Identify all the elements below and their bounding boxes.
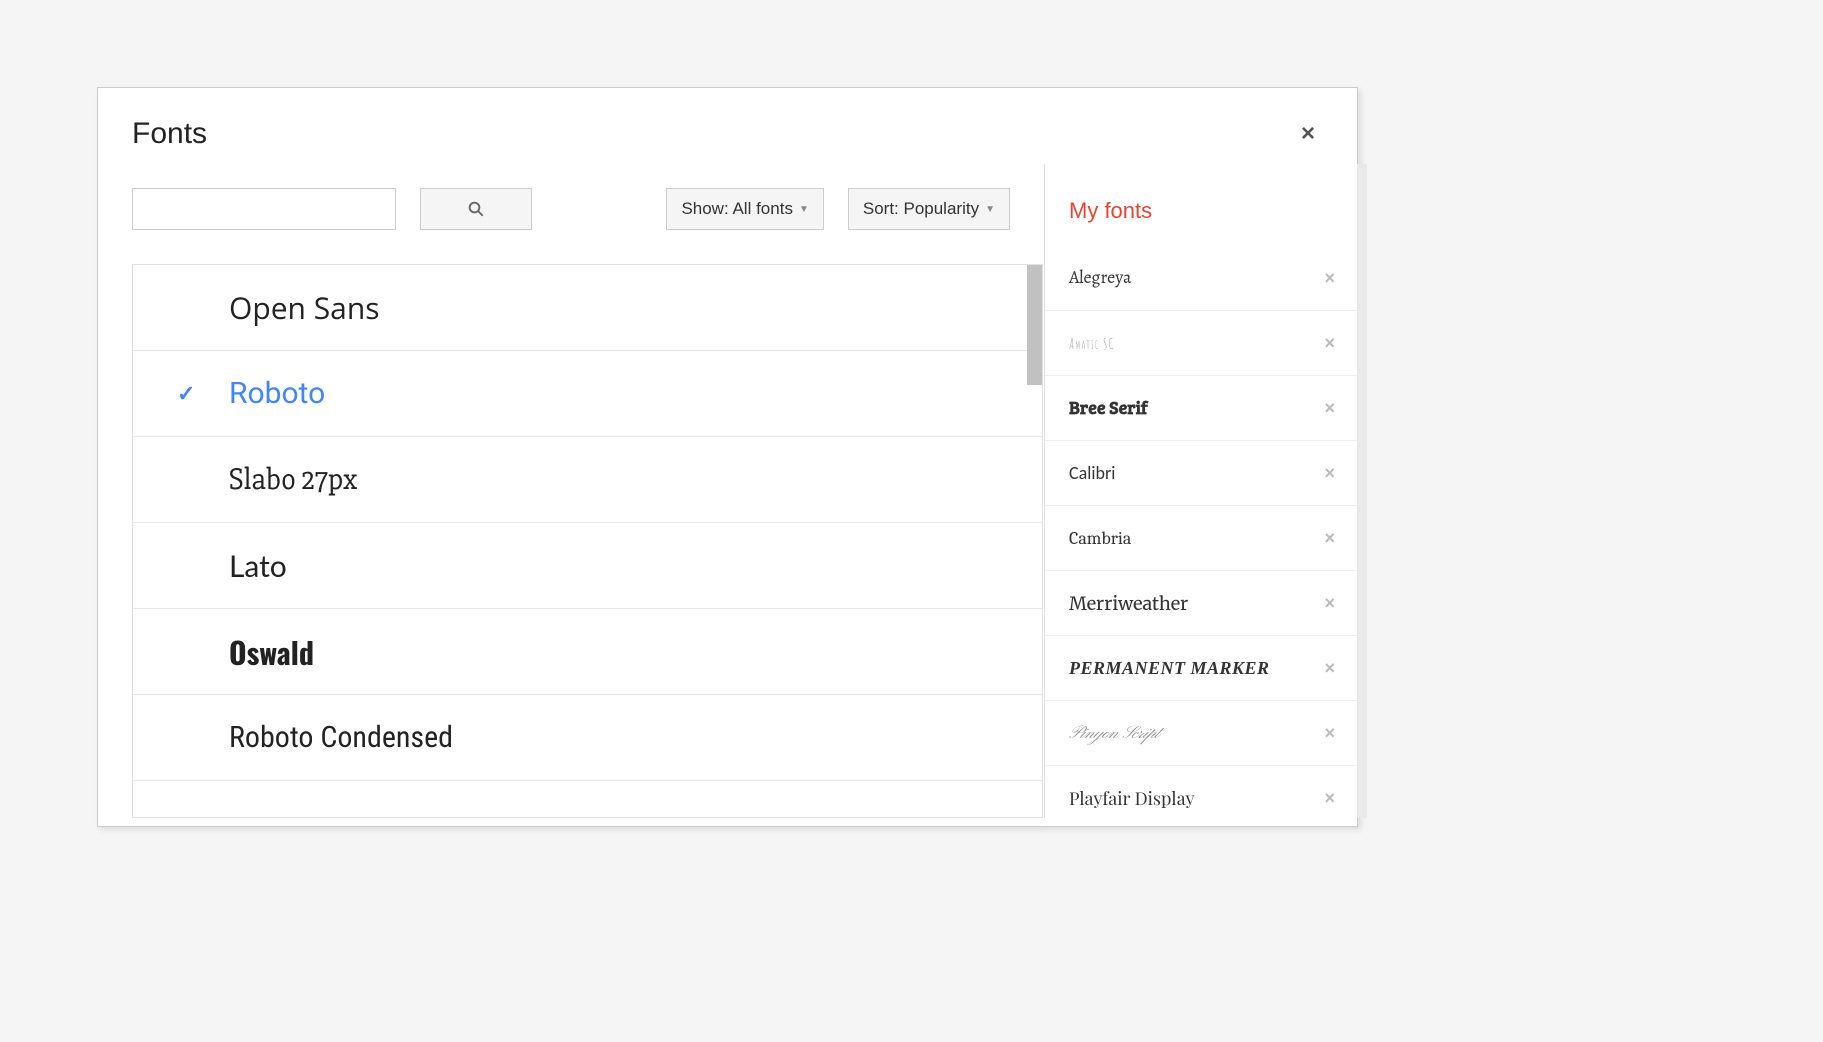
fonts-dialog: Fonts × Show: All fonts ▼	[97, 87, 1358, 827]
my-font-item[interactable]: Permanent Marker ×	[1045, 636, 1357, 701]
my-font-name: Playfair Display	[1069, 786, 1195, 810]
font-item-name: Roboto	[229, 376, 325, 411]
my-font-item[interactable]: Pinyon Script ×	[1045, 701, 1357, 766]
sort-dropdown[interactable]: Sort: Popularity ▼	[848, 188, 1010, 230]
remove-font-button[interactable]: ×	[1324, 528, 1335, 549]
sort-label: Sort: Popularity	[863, 199, 979, 219]
controls-row: Show: All fonts ▼ Sort: Popularity ▼	[132, 188, 1044, 230]
close-icon: ×	[1324, 528, 1335, 548]
close-icon: ×	[1324, 268, 1335, 288]
close-icon: ×	[1324, 788, 1335, 808]
show-filter-dropdown[interactable]: Show: All fonts ▼	[666, 188, 823, 230]
font-item-name: Lato	[229, 548, 287, 584]
remove-font-button[interactable]: ×	[1324, 593, 1335, 614]
font-list-item[interactable]: Open Sans	[133, 265, 1042, 351]
my-font-name: Alegreya	[1069, 266, 1131, 290]
my-fonts-title: My fonts	[1045, 164, 1357, 246]
dialog-body: Show: All fonts ▼ Sort: Popularity ▼ Ope…	[98, 164, 1357, 818]
my-font-name: Amatic SC	[1069, 334, 1114, 353]
my-font-name: Calibri	[1069, 462, 1115, 484]
close-icon: ×	[1324, 463, 1335, 483]
font-item-name: Slabo 27px	[229, 461, 357, 498]
close-button[interactable]: ×	[1293, 116, 1323, 152]
close-icon: ×	[1324, 593, 1335, 613]
remove-font-button[interactable]: ×	[1324, 723, 1335, 744]
close-icon: ×	[1324, 723, 1335, 743]
my-font-item[interactable]: Bree Serif ×	[1045, 376, 1357, 441]
my-fonts-panel: My fonts Alegreya×Amatic SC×Bree Serif×C…	[1045, 164, 1357, 818]
my-font-name: Merriweather	[1069, 592, 1188, 615]
font-list-item[interactable]: Roboto Condensed	[133, 695, 1042, 781]
dialog-title: Fonts	[132, 117, 207, 151]
remove-font-button[interactable]: ×	[1324, 333, 1335, 354]
remove-font-button[interactable]: ×	[1324, 398, 1335, 419]
chevron-down-icon: ▼	[985, 204, 995, 215]
scrollbar-thumb[interactable]	[1027, 265, 1042, 385]
font-item-name: Open Sans	[229, 287, 380, 328]
my-font-item[interactable]: Cambria ×	[1045, 506, 1357, 571]
right-scroll-track[interactable]	[1357, 164, 1367, 818]
remove-font-button[interactable]: ×	[1324, 788, 1335, 809]
remove-font-button[interactable]: ×	[1324, 658, 1335, 679]
my-font-item[interactable]: Playfair Display ×	[1045, 766, 1357, 831]
remove-font-button[interactable]: ×	[1324, 463, 1335, 484]
check-icon: ✓	[177, 381, 195, 407]
remove-font-button[interactable]: ×	[1324, 268, 1335, 289]
font-list-item[interactable]: ✓ Roboto	[133, 351, 1042, 437]
left-panel: Show: All fonts ▼ Sort: Popularity ▼ Ope…	[98, 164, 1045, 818]
my-font-item[interactable]: Amatic SC ×	[1045, 311, 1357, 376]
search-button[interactable]	[420, 188, 532, 230]
my-fonts-list: Alegreya×Amatic SC×Bree Serif×Calibri×Ca…	[1045, 246, 1357, 831]
my-font-name: Bree Serif	[1069, 396, 1148, 420]
close-icon: ×	[1324, 398, 1335, 418]
close-icon: ×	[1324, 658, 1335, 678]
font-list-item[interactable]: Lato	[133, 523, 1042, 609]
my-font-name: Cambria	[1069, 528, 1131, 549]
my-font-item[interactable]: Calibri ×	[1045, 441, 1357, 506]
font-item-name: Oswald	[229, 629, 314, 674]
dialog-header: Fonts ×	[98, 88, 1357, 164]
font-list[interactable]: Open Sans ✓ Roboto Slabo 27px Lato Oswald Robo…	[133, 265, 1042, 817]
close-icon: ×	[1324, 333, 1335, 353]
font-list-item[interactable]: Oswald	[133, 609, 1042, 695]
my-font-item[interactable]: Alegreya ×	[1045, 246, 1357, 311]
close-icon: ×	[1301, 120, 1315, 147]
my-font-name: Pinyon Script	[1069, 722, 1159, 745]
search-icon	[467, 200, 485, 218]
search-input[interactable]	[132, 188, 396, 230]
font-list-wrapper: Open Sans ✓ Roboto Slabo 27px Lato Oswald Robo…	[132, 264, 1043, 818]
my-font-name: Permanent Marker	[1069, 658, 1270, 679]
show-filter-label: Show: All fonts	[681, 199, 793, 219]
font-item-name: Roboto Condensed	[229, 720, 453, 755]
my-font-item[interactable]: Merriweather ×	[1045, 571, 1357, 636]
chevron-down-icon: ▼	[799, 204, 809, 215]
font-list-item[interactable]: Slabo 27px	[133, 437, 1042, 523]
